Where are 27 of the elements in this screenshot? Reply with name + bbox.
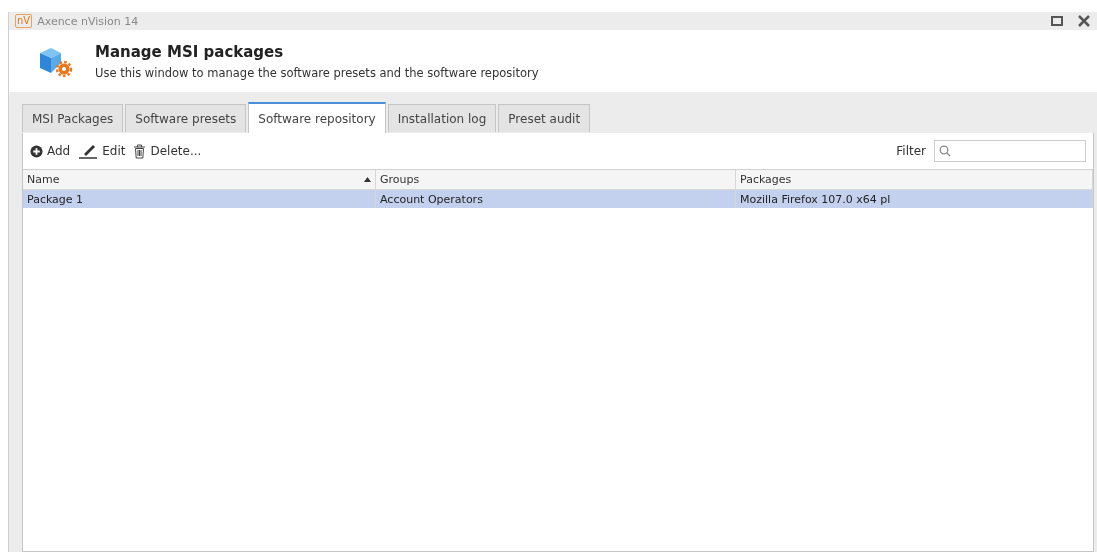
window-title: Axence nVision 14 [37,14,140,28]
column-header[interactable]: Name [23,170,376,190]
app-logo: nV [15,14,33,28]
tab[interactable]: Installation log [387,104,497,132]
search-icon [939,145,951,157]
tab[interactable]: Preset audit [498,104,591,132]
column-header[interactable]: Groups [376,170,736,190]
filter-label: Filter [896,144,926,158]
tab[interactable]: Software presets [125,104,247,132]
add-icon [30,144,43,158]
header-subtitle: Use this window to manage the software presets and the software repository [95,65,539,80]
close-icon[interactable] [1077,14,1091,28]
maximize-icon[interactable] [1050,14,1064,28]
pencil-icon [78,143,99,159]
table-cell: Account Operators [376,190,736,208]
edit-button[interactable]: Edit [78,143,126,159]
table-cell: Package 1 [23,190,376,208]
trash-icon [133,143,147,159]
header-title: Manage MSI packages [95,42,285,61]
table-cell: Mozilla Firefox 107.0 x64 pl [736,190,1093,208]
package-gear-icon [37,45,73,77]
add-button[interactable]: Add [30,144,71,158]
filter-field[interactable] [934,140,1086,162]
tab[interactable]: MSI Packages [22,104,124,132]
tab[interactable]: Software repository [248,102,386,133]
delete-button[interactable]: Delete... [133,143,202,159]
column-header[interactable]: Packages [736,170,1093,190]
